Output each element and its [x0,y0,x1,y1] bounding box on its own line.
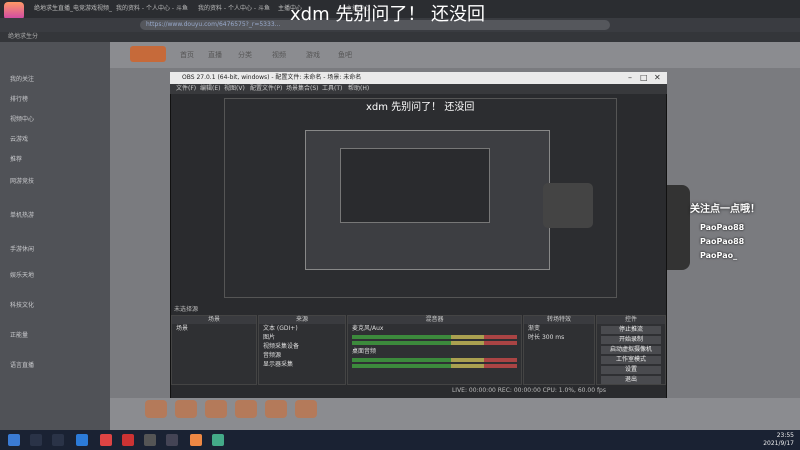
sidebar-item[interactable]: 云游戏 [10,134,28,143]
exit-button[interactable]: 退出 [601,376,661,384]
gift-icon[interactable] [295,400,317,418]
windows-taskbar [0,430,800,450]
douyu-logo-icon [130,46,166,62]
volume-meter [352,358,517,362]
app-icon[interactable] [190,434,202,446]
nav-category[interactable]: 分类 [238,50,252,60]
source-hint: 未选择源 [174,306,199,313]
social-handle: PaoPao_ [700,251,738,260]
obs-title-bar: OBS 27.0.1 (64-bit, windows) - 配置文件: 未命名… [170,72,667,84]
search-icon[interactable] [30,434,42,446]
source-item[interactable]: 音频源 [259,351,345,360]
duration-label: 时长 [528,334,541,341]
sidebar-item[interactable]: 网游竞技 [10,176,34,185]
nav-yuba[interactable]: 鱼吧 [338,50,352,60]
close-icon[interactable]: ✕ [654,73,661,82]
mixer-channel-name: 麦克风/Aux [352,325,384,332]
sidebar-item[interactable]: 科技文化 [10,300,34,309]
menu-scene-collection[interactable]: 场景集合(S) [286,84,319,94]
menu-profile[interactable]: 配置文件(P) [250,84,282,94]
volume-meter [352,335,517,339]
obs-status-bar: LIVE: 00:00:00 REC: 00:00:00 CPU: 1.0%, … [451,387,606,394]
chrome-icon[interactable] [212,434,224,446]
sidebar-item[interactable]: 正能量 [10,330,28,339]
controls-title: 控件 [597,316,665,324]
volume-meter [352,341,517,345]
menu-help[interactable]: 帮助(H) [348,84,369,94]
start-recording-button[interactable]: 开始录制 [601,336,661,344]
menu-file[interactable]: 文件(F) [176,84,196,94]
gift-icon[interactable] [205,400,227,418]
preview-caption: xdm 先别问了！ 还没回 [366,102,475,113]
gift-icon[interactable] [175,400,197,418]
obs-icon[interactable] [144,434,156,446]
sidebar-item[interactable]: 单机热游 [10,210,34,219]
gift-icon[interactable] [265,400,287,418]
sidebar-item[interactable]: 视频中心 [10,114,34,123]
controls-dock: 控件 停止推流 开始录制 启动虚拟摄像机 工作室模式 设置 退出 [596,315,666,385]
clock-time: 23:55 [776,432,794,439]
task-view-icon[interactable] [52,434,64,446]
sidebar-item[interactable]: 我的关注 [10,74,34,83]
sidebar-item[interactable]: 娱乐天地 [10,270,34,279]
studio-mode-button[interactable]: 工作室模式 [601,356,661,364]
browser-tab[interactable]: 我的资料 - 个人中心 - 斗鱼 [192,2,276,16]
edge-icon[interactable] [76,434,88,446]
scenes-dock: 场景 场景 [171,315,257,385]
nav-video[interactable]: 视频 [272,50,286,60]
scene-item[interactable]: 场景 [172,324,256,333]
transition-duration[interactable]: 时长 300 ms [524,333,594,342]
netease-icon[interactable] [122,434,134,446]
sources-title: 来源 [259,316,345,324]
settings-button[interactable]: 设置 [601,366,661,374]
sidebar-item[interactable]: 推荐 [10,154,22,163]
overlay-caption: xdm 先别问了！ 还没回 [290,4,486,25]
duration-value: 300 ms [541,334,565,341]
mixer-dock: 混音器 麦克风/Aux 桌面音频 [347,315,522,385]
nav-home[interactable]: 首页 [180,50,194,60]
browser-tab[interactable]: 我的资料 - 个人中心 - 斗鱼 [110,2,194,16]
maximize-icon[interactable]: □ [640,73,648,82]
menu-tools[interactable]: 工具(T) [322,84,342,94]
gift-icon[interactable] [235,400,257,418]
virtual-camera-button[interactable]: 启动虚拟摄像机 [601,346,661,354]
clock-date: 2021/9/17 [763,440,794,447]
nav-live[interactable]: 直播 [208,50,222,60]
steam-icon[interactable] [166,434,178,446]
bookmark-item[interactable]: 绝地求生分 [8,33,38,40]
sidebar-item[interactable]: 语言直播 [10,360,34,369]
mixer-title: 混音器 [348,316,521,324]
gift-icon[interactable] [145,400,167,418]
follow-banner: 关注点一点哦！ [690,204,760,215]
taskbar-clock[interactable]: 23:55 2021/9/17 [748,432,794,448]
source-item[interactable]: 文本 (GDI+) [259,324,345,333]
transitions-dock: 转场特效 渐变 时长 300 ms [523,315,595,385]
windows-start-icon[interactable] [8,434,20,446]
source-item[interactable]: 显示器采集 [259,360,345,369]
minimize-icon[interactable]: – [628,73,632,82]
app-icon[interactable] [100,434,112,446]
scenes-title: 场景 [172,316,256,324]
transition-select[interactable]: 渐变 [524,324,594,333]
sidebar-item[interactable]: 手游休闲 [10,244,34,253]
source-item[interactable]: 图片 [259,333,345,342]
social-handle: PaoPao88 [700,237,745,246]
menu-view[interactable]: 视图(V) [224,84,245,94]
transitions-title: 转场特效 [524,316,594,324]
sidebar-item[interactable]: 排行榜 [10,94,28,103]
source-item[interactable]: 视频采集设备 [259,342,345,351]
nested-capture-inner [340,148,490,223]
sources-dock: 来源 文本 (GDI+) 图片 视频采集设备 音频源 显示器采集 [258,315,346,385]
volume-meter [352,364,517,368]
social-handle: PaoPao88 [700,223,745,232]
obs-menu-bar: 文件(F) 编辑(E) 视图(V) 配置文件(P) 场景集合(S) 工具(T) … [170,84,667,94]
stop-streaming-button[interactable]: 停止推流 [601,326,661,334]
mixer-channel-name: 桌面音频 [352,348,377,355]
bookmark-bar: 绝地求生分 [0,32,800,42]
browser-tab[interactable]: 绝地求生直播_电竞游戏视频_ [28,2,112,16]
nav-game[interactable]: 游戏 [306,50,320,60]
streamer-cam-preview [543,183,593,228]
menu-edit[interactable]: 编辑(E) [200,84,220,94]
